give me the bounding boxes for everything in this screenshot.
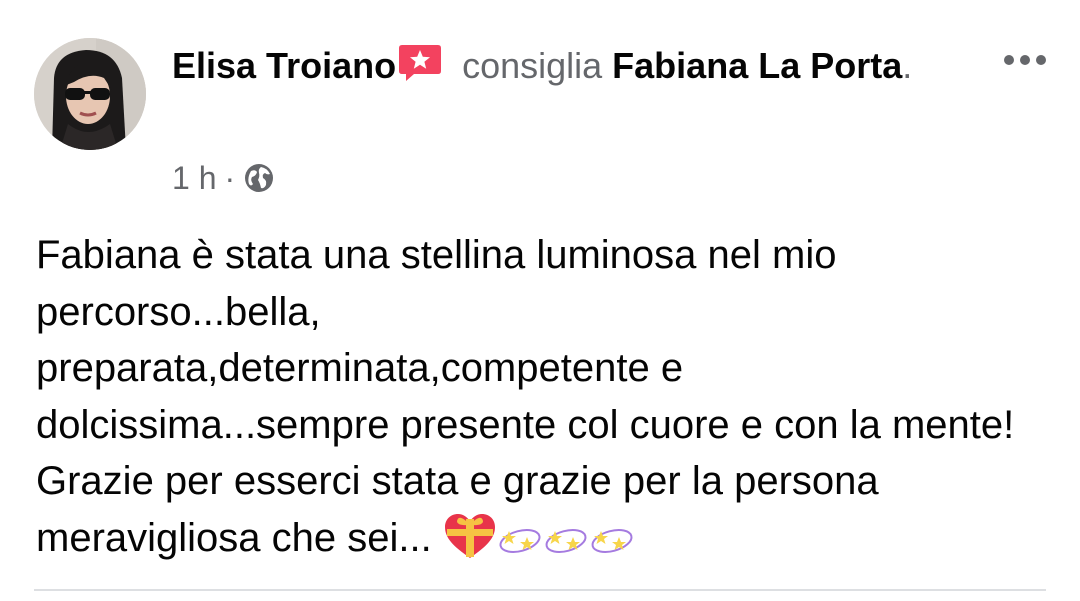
header-period: . — [902, 45, 913, 86]
post-timestamp[interactable]: 1 h — [172, 158, 216, 198]
more-options-icon[interactable] — [1001, 50, 1049, 70]
emoji-row — [443, 513, 635, 560]
globe-icon[interactable] — [243, 162, 275, 194]
meta-separator: · — [224, 160, 236, 196]
recommended-page-name[interactable]: Fabiana La Porta — [612, 45, 902, 86]
recommend-verb: consiglia — [452, 45, 613, 86]
recommend-badge-icon — [398, 43, 442, 83]
post-meta: 1 h · — [172, 158, 275, 198]
post-divider — [34, 589, 1046, 591]
dizzy-stars-emoji — [497, 520, 543, 577]
dizzy-stars-emoji — [543, 520, 589, 577]
gift-heart-emoji — [443, 511, 497, 577]
avatar-image — [34, 38, 146, 150]
post-header: Elisa Troiano consiglia Fabiana La Porta… — [172, 42, 962, 89]
post-text: Fabiana è stata una stellina luminosa ne… — [36, 233, 1015, 560]
dizzy-stars-emoji — [589, 520, 635, 577]
author-name[interactable]: Elisa Troiano — [172, 45, 396, 86]
post-body: Fabiana è stata una stellina luminosa ne… — [36, 227, 1041, 576]
author-avatar[interactable] — [34, 38, 146, 150]
